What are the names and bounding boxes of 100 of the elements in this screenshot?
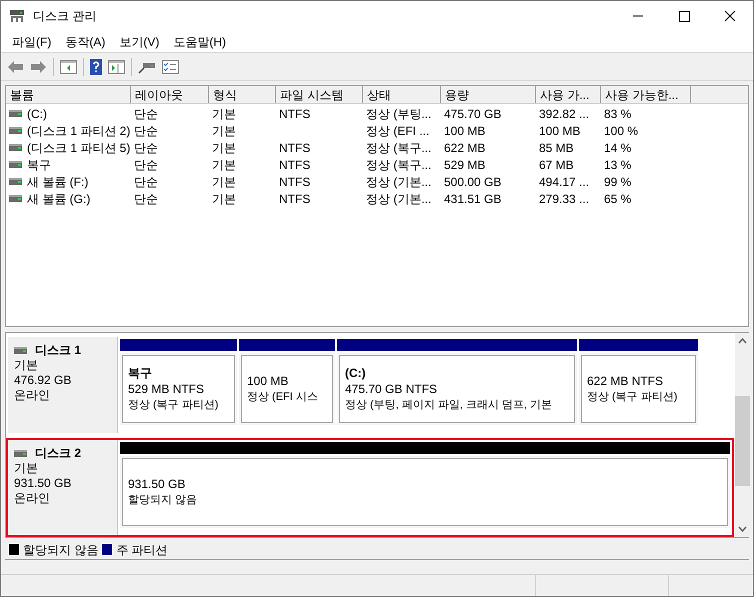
table-cell-text: 정상 (EFI ... bbox=[366, 122, 430, 140]
table-cell-text: 정상 (복구... bbox=[366, 140, 432, 156]
partition-status: 정상 (복구 파티션) bbox=[128, 398, 220, 413]
partition-size: 931.50 GB bbox=[128, 476, 186, 492]
disk-name: 디스크 1 bbox=[35, 343, 82, 358]
partition-status: 정상 (부팅, 페이지 파일, 크래시 덤프, 기본 bbox=[345, 398, 554, 413]
table-cell-text: (C:) bbox=[27, 106, 47, 122]
menu-item[interactable]: 보기(V) bbox=[112, 32, 166, 50]
partition-block[interactable]: 622 MB NTFS 정상 (복구 파티션) bbox=[579, 353, 698, 425]
partition-block[interactable]: (C:) 475.70 GB NTFS 정상 (부팅, 페이지 파일, 크래시 덤프, 기본 bbox=[337, 353, 577, 425]
table-cell-text: 정상 (기본... bbox=[366, 190, 432, 208]
table-cell-text: 새 볼륨 (F:) bbox=[27, 174, 88, 190]
table-cell-text: 529 MB bbox=[444, 156, 486, 174]
table-cell-text: 494.17 ... bbox=[539, 174, 590, 190]
column-header[interactable]: 상태 bbox=[363, 86, 441, 103]
table-cell-text: (디스크 1 파티션 2) bbox=[27, 122, 130, 140]
table-cell-text: NTFS bbox=[279, 106, 310, 122]
console-tree-icon[interactable] bbox=[60, 60, 77, 74]
table-cell-text: 99 % bbox=[604, 174, 632, 190]
table-cell-text: 431.51 GB bbox=[444, 190, 502, 208]
disk-type: 기본 bbox=[14, 358, 39, 373]
table-cell-text: NTFS bbox=[279, 140, 310, 156]
disk-size: 476.92 GB bbox=[14, 373, 72, 388]
legend-label: 주 파티션 bbox=[116, 542, 168, 558]
drive-icon bbox=[9, 161, 22, 168]
disk-status: 온라인 bbox=[14, 490, 51, 506]
partition-size: 529 MB NTFS bbox=[128, 381, 206, 397]
table-cell-text: 622 MB bbox=[444, 140, 486, 156]
table-cell-text: 83 % bbox=[604, 106, 632, 122]
column-header[interactable]: 볼륨 bbox=[6, 86, 131, 103]
table-cell-text: NTFS bbox=[279, 190, 310, 208]
table-cell-text: 새 볼륨 (G:) bbox=[27, 190, 90, 208]
partition-size: 475.70 GB NTFS bbox=[345, 381, 438, 397]
scroll-thumb[interactable] bbox=[735, 396, 750, 486]
column-header[interactable]: 사용 가능한... bbox=[601, 86, 691, 103]
partition-title: (C:) bbox=[345, 365, 367, 381]
partition-title: 복구 bbox=[128, 365, 153, 381]
back-arrow-icon[interactable] bbox=[7, 60, 24, 74]
partition-block[interactable]: 100 MB 정상 (EFI 시스 bbox=[239, 353, 335, 425]
header-filler bbox=[691, 86, 748, 103]
table-cell-text: NTFS bbox=[279, 174, 310, 190]
table-cell-text: 85 MB bbox=[539, 140, 574, 156]
table-cell-text: 복구 bbox=[27, 156, 51, 174]
column-header[interactable]: 형식 bbox=[209, 86, 276, 103]
table-cell-text: 단순 bbox=[134, 190, 158, 208]
table-cell-text: 기본 bbox=[212, 122, 236, 140]
table-cell-text: 정상 (부팅... bbox=[366, 106, 432, 122]
disk-status: 온라인 bbox=[14, 388, 51, 403]
table-cell-text: 단순 bbox=[134, 174, 158, 190]
table-cell-text: 단순 bbox=[134, 140, 158, 156]
table-cell-text: 기본 bbox=[212, 174, 236, 190]
table-cell-text: 기본 bbox=[212, 156, 236, 174]
disk-size: 931.50 GB bbox=[14, 476, 72, 490]
table-cell-text: 65 % bbox=[604, 190, 632, 208]
menu-item[interactable]: 파일(F) bbox=[5, 32, 58, 50]
table-cell-text: 14 % bbox=[604, 140, 632, 156]
table-cell-text: 기본 bbox=[212, 190, 236, 208]
partition-block[interactable]: 931.50 GB 할당되지 않음 bbox=[120, 456, 730, 528]
help-icon[interactable] bbox=[90, 58, 102, 74]
partition-status: 정상 (복구 파티션) bbox=[587, 390, 678, 405]
legend-label: 할당되지 않음 bbox=[23, 542, 98, 558]
table-cell-text: 단순 bbox=[134, 122, 158, 140]
scrollbar[interactable] bbox=[735, 333, 750, 537]
table-cell-text: 13 % bbox=[604, 156, 632, 174]
table-cell-text: 500.00 GB bbox=[444, 174, 502, 190]
window-title: 디스크 관리 bbox=[33, 8, 96, 25]
table-cell-text: (디스크 1 파티션 5) bbox=[27, 140, 130, 156]
column-header[interactable]: 사용 가... bbox=[536, 86, 601, 103]
partition-status: 할당되지 않음 bbox=[128, 492, 198, 508]
disk-name: 디스크 2 bbox=[35, 446, 82, 460]
column-header[interactable]: 용량 bbox=[441, 86, 536, 103]
action-pane-icon[interactable] bbox=[108, 60, 125, 74]
table-cell-text: 정상 (기본... bbox=[366, 174, 432, 190]
table-cell-text: 100 MB bbox=[444, 122, 486, 140]
drive-icon bbox=[9, 178, 22, 185]
table-cell-text: 392.82 ... bbox=[539, 106, 590, 122]
table-cell-text: 단순 bbox=[134, 106, 158, 122]
table-cell-text: 100 MB bbox=[539, 122, 580, 140]
table-cell-text: 기본 bbox=[212, 140, 236, 156]
disk-management-icon bbox=[9, 9, 25, 23]
column-header[interactable]: 파일 시스템 bbox=[276, 86, 363, 103]
drive-icon bbox=[9, 144, 22, 151]
partition-block[interactable]: 복구 529 MB NTFS 정상 (복구 파티션) bbox=[120, 353, 237, 425]
table-cell-text: 279.33 ... bbox=[539, 190, 590, 208]
checklist-icon[interactable] bbox=[162, 60, 179, 74]
table-cell-text: 67 MB bbox=[539, 156, 574, 174]
forward-arrow-icon[interactable] bbox=[30, 60, 47, 74]
partition-size: 100 MB bbox=[247, 373, 290, 389]
drive-icon bbox=[9, 195, 22, 202]
drive-icon bbox=[9, 110, 22, 117]
disk-type: 기본 bbox=[14, 460, 39, 476]
column-header[interactable]: 레이아웃 bbox=[131, 86, 209, 103]
menu-item[interactable]: 동작(A) bbox=[58, 32, 112, 50]
partition-size: 622 MB NTFS bbox=[587, 373, 664, 389]
drive-icon bbox=[9, 127, 22, 134]
menu-item[interactable]: 도움말(H) bbox=[166, 32, 233, 50]
table-cell-text: NTFS bbox=[279, 156, 310, 174]
table-cell-text: 기본 bbox=[212, 106, 236, 122]
partition-status: 정상 (EFI 시스 bbox=[247, 390, 319, 405]
table-cell-text: 475.70 GB bbox=[444, 106, 502, 122]
